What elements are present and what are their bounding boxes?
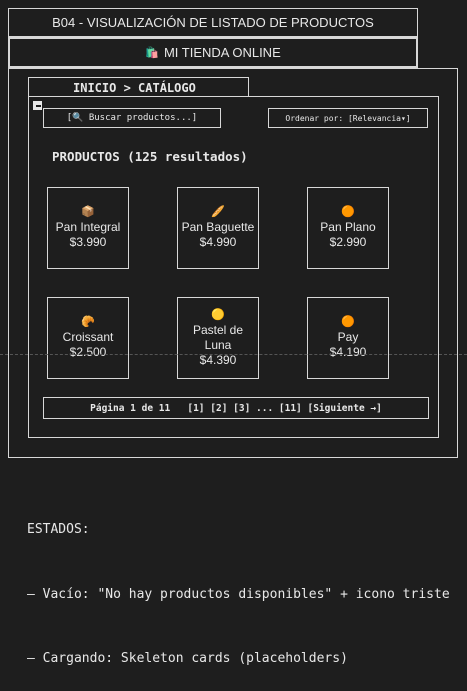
states-heading: ESTADOS:	[27, 522, 90, 537]
search-input[interactable]: [🔍 Buscar productos...]	[43, 108, 221, 128]
collapse-icon[interactable]	[33, 101, 42, 110]
breadcrumb-text[interactable]: INICIO > CATÁLOGO	[73, 81, 196, 95]
product-price: $2.500	[69, 345, 107, 359]
states-notes: ESTADOS: – Vacío: "No hay productos disp…	[27, 476, 450, 691]
store-header: 🛍️ MI TIENDA ONLINE	[8, 37, 418, 68]
product-card[interactable]: 🟠 Pay $4.190	[307, 297, 389, 379]
product-name: Pan Plano	[320, 220, 376, 234]
pagination-text[interactable]: Página 1 de 11 [1] [2] [3] ... [11] [Sig…	[90, 403, 382, 414]
product-card[interactable]: 📦 Pan Integral $3.990	[47, 187, 129, 269]
sort-dropdown[interactable]: Ordenar por: [Relevancia▾]	[268, 108, 428, 128]
product-price: $2.990	[329, 235, 367, 249]
product-icon: 🥖	[211, 206, 225, 218]
store-name: MI TIENDA ONLINE	[163, 45, 281, 60]
product-icon: 🟡	[211, 308, 225, 321]
product-icon: 🟠	[341, 316, 355, 328]
product-card[interactable]: 🟠 Pan Plano $2.990	[307, 187, 389, 269]
breadcrumb[interactable]: INICIO > CATÁLOGO	[28, 77, 249, 97]
sort-label: Ordenar por: [Relevancia▾]	[285, 113, 411, 123]
product-card[interactable]: 🥐 Croissant $2.500	[47, 297, 129, 379]
state-item: – Cargando: Skeleton cards (placeholders…	[27, 651, 348, 666]
results-heading: PRODUCTOS (125 resultados)	[52, 149, 248, 164]
page-title: B04 - VISUALIZACIÓN DE LISTADO DE PRODUC…	[8, 8, 418, 37]
product-name: Pan Integral	[55, 220, 121, 234]
product-icon: 🥐	[81, 316, 95, 328]
product-name: Pay	[337, 330, 359, 344]
product-price: $4.190	[329, 345, 367, 359]
product-name: Croissant	[62, 330, 114, 344]
product-card[interactable]: 🥖 Pan Baguette $4.990	[177, 187, 259, 269]
product-name: Pastel de Luna	[192, 322, 244, 352]
shopping-bag-icon: 🛍️	[145, 47, 159, 59]
search-placeholder: [🔍 Buscar productos...]	[66, 113, 198, 123]
product-price: $4.990	[199, 235, 237, 249]
product-card[interactable]: 🟡 Pastel de Luna $4.390	[177, 297, 259, 379]
pagination[interactable]: Página 1 de 11 [1] [2] [3] ... [11] [Sig…	[43, 397, 429, 419]
state-item: – Vacío: "No hay productos disponibles" …	[27, 586, 450, 602]
product-name: Pan Baguette	[181, 220, 255, 234]
product-icon: 📦	[81, 206, 95, 218]
divider	[0, 354, 467, 355]
product-price: $3.990	[69, 235, 107, 249]
product-icon: 🟠	[341, 206, 355, 218]
